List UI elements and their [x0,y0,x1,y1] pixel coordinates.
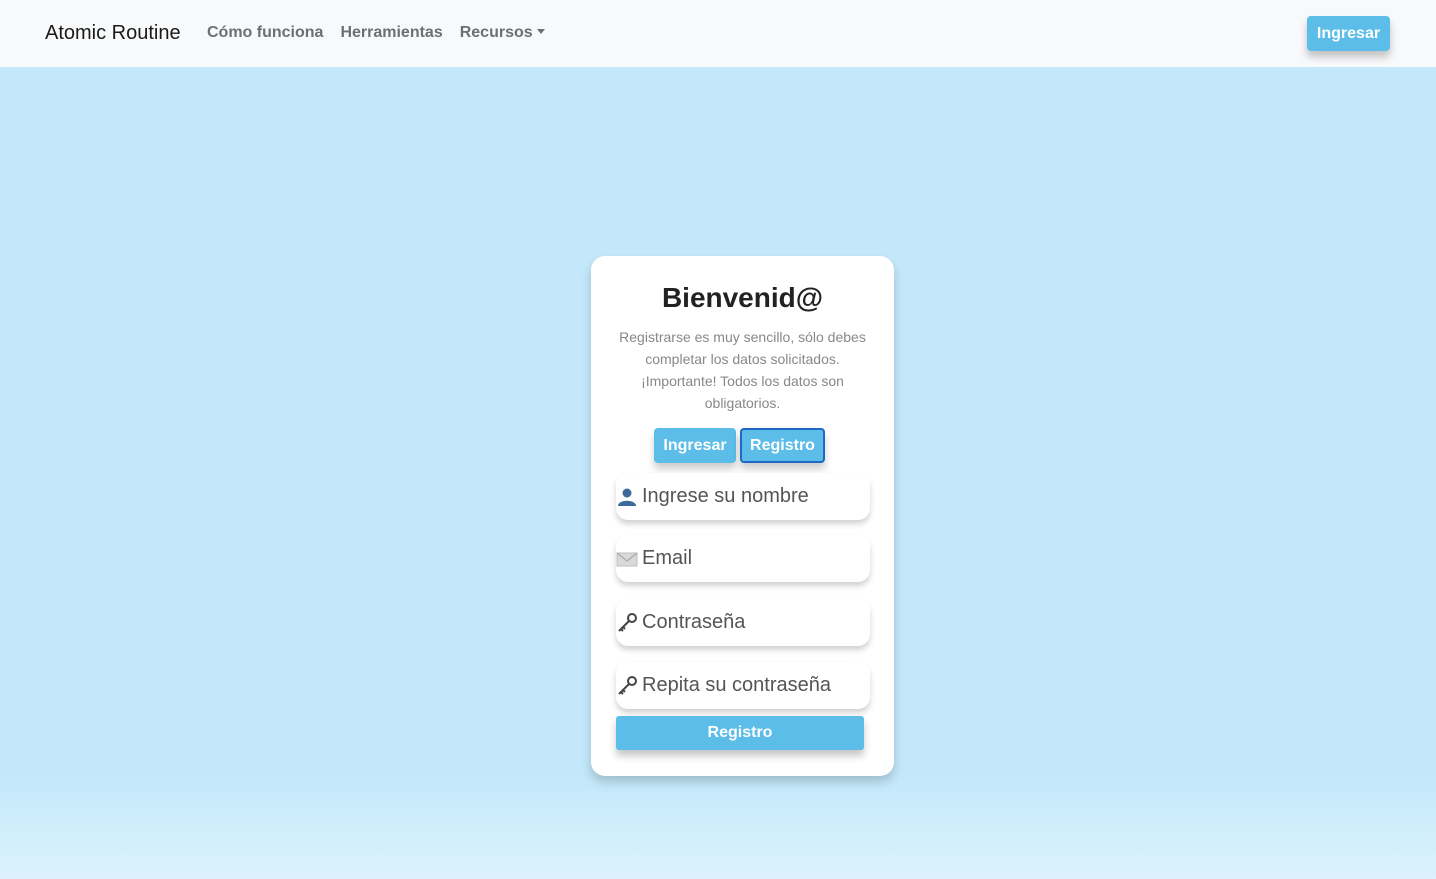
name-input[interactable] [642,485,862,508]
nav-link-herramientas[interactable]: Herramientas [340,24,442,42]
register-submit-button[interactable]: Registro [616,716,864,750]
password-field [616,599,870,646]
card-description: Registrarse es muy sencillo, sólo debes … [619,329,866,411]
password-input[interactable] [642,611,862,634]
card-title: Bienvenid@ [661,282,824,313]
register-card: Bienvenid@ Registrarse es muy sencillo, … [591,256,894,776]
key-icon [616,611,640,635]
tab-register-button[interactable]: Registro [740,428,825,463]
password-repeat-field [616,662,870,709]
tab-login-button[interactable]: Ingresar [654,428,736,463]
nav-link-recursos-label: Recursos [459,24,533,41]
brand-logo[interactable]: Atomic Routine [45,22,181,45]
email-input[interactable] [642,547,862,570]
nav-link-como-funciona[interactable]: Cómo funciona [207,24,323,42]
user-icon [616,485,640,509]
nav-login-button[interactable]: Ingresar [1307,16,1390,51]
nav-links: Cómo funciona Herramientas Recursos [207,24,562,42]
password-repeat-input[interactable] [642,674,862,697]
caret-down-icon [536,29,545,34]
envelope-icon [616,547,640,571]
name-field [616,473,870,520]
nav-link-recursos[interactable]: Recursos [460,24,545,42]
top-navbar: Atomic Routine Cómo funciona Herramienta… [0,0,1436,67]
key-icon [616,674,640,698]
email-field [616,535,870,582]
